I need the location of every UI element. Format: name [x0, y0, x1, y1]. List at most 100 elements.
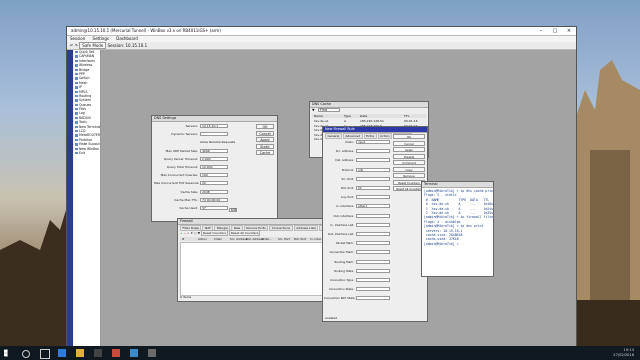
dns-field[interactable]: 10.15.10.1 [200, 124, 228, 128]
rule-field[interactable] [356, 278, 390, 282]
rule-label: Routing Mark: [334, 259, 354, 264]
dns-field[interactable]: 100 [200, 173, 228, 178]
file-explorer-icon[interactable] [76, 349, 84, 357]
reset-all-counters-button[interactable]: Reset All Counters [228, 230, 261, 236]
dns-field[interactable] [200, 132, 228, 137]
dns-field[interactable]: 2048 [200, 189, 228, 194]
firewall-column[interactable]: Chain [214, 237, 222, 241]
rule-field[interactable] [356, 268, 390, 273]
rule-label: Protocol: [341, 167, 354, 172]
maximize-button[interactable]: □ [548, 27, 562, 35]
system-clock[interactable]: 19:13 27/02/2018 [613, 348, 634, 358]
filter-icon[interactable]: ▼ [198, 231, 200, 235]
rule-button-5[interactable]: Copy [393, 166, 425, 172]
close-button[interactable]: × [562, 27, 576, 35]
edge-icon[interactable] [58, 349, 66, 357]
rule-button-1[interactable]: Cancel [393, 140, 425, 146]
firewall-column[interactable]: Dst. Address [246, 237, 264, 241]
rule-field[interactable] [356, 241, 390, 246]
firewall-column[interactable]: # [182, 237, 184, 241]
firewall-tab[interactable]: Address Lists [293, 225, 319, 231]
dns-label: Max UDP Packet Size: [165, 148, 198, 153]
dns-cache-button[interactable]: Cache [256, 150, 274, 155]
dns-field[interactable]: 20 [200, 181, 228, 186]
rule-field[interactable] [356, 158, 390, 163]
task-view-icon[interactable] [40, 349, 50, 359]
rule-field[interactable] [356, 259, 390, 264]
rule-field[interactable]: input [356, 140, 390, 144]
dns-field[interactable]: 2.000 [200, 156, 228, 161]
rule-label: Dst. Port: [341, 186, 354, 190]
rule-tab[interactable]: Advanced [342, 133, 363, 139]
firewall-column[interactable]: Dst. Port [294, 237, 306, 241]
rule-label: Out. Interface: [333, 213, 354, 218]
allow-remote-checkbox[interactable]: Allow Remote Requests [200, 140, 235, 144]
rule-field[interactable] [356, 176, 390, 181]
rule-button-2[interactable]: Apply [393, 147, 425, 152]
dns-apply-button[interactable]: Apply [256, 137, 274, 142]
minimize-button[interactable]: – [534, 27, 548, 35]
dns-field[interactable]: 37 [200, 206, 228, 210]
menu-session[interactable]: Session [70, 36, 85, 41]
rule-tab[interactable]: General [325, 133, 342, 139]
rule-button-3[interactable]: Disable [393, 153, 425, 159]
terminal-window[interactable]: Terminal [admin@MikroTik] > ip dns cache… [421, 181, 494, 277]
dns-label: Cache Used: [179, 206, 198, 210]
rule-field[interactable] [356, 232, 390, 236]
terminal-taskbar-icon[interactable] [148, 349, 156, 357]
rule-field[interactable] [356, 222, 390, 227]
search-icon[interactable] [22, 350, 30, 358]
remove-icon[interactable]: − [183, 231, 186, 235]
rule-field[interactable] [356, 213, 390, 218]
rule-field[interactable] [356, 195, 390, 200]
col-name[interactable]: Name [314, 114, 323, 118]
firewall-column[interactable]: Action [198, 237, 207, 241]
comment-icon[interactable]: ▢ [194, 231, 197, 235]
dns-ok-button[interactable]: OK [256, 124, 274, 129]
dns-field[interactable]: 10.000 [200, 165, 228, 169]
dns-static-button[interactable]: Static [256, 143, 274, 149]
dns-field[interactable]: 7d 00:00:00 [200, 197, 228, 202]
col-type[interactable]: Type [344, 114, 351, 118]
winbox-window: admin@10.15.10.1 (Mercurial Tunnel) - Wi… [66, 26, 577, 348]
col-ttl[interactable]: TTL [404, 114, 409, 118]
rule-field[interactable]: 53 [356, 186, 390, 190]
cache-find-field[interactable]: Find [318, 108, 340, 112]
rule-button-0[interactable]: OK [393, 134, 425, 139]
dns-label: Query Server Timeout: [163, 156, 198, 161]
firewall-tab[interactable]: Connections [269, 225, 293, 231]
nav-item[interactable]: Exit [74, 151, 100, 155]
taskbar: 19:13 27/02/2018 [0, 346, 640, 360]
rule-tab[interactable]: Action [377, 133, 392, 139]
rule-field[interactable] [356, 250, 390, 255]
store-icon[interactable] [94, 349, 102, 357]
disable-icon[interactable]: ✗ [190, 231, 193, 235]
rule-field[interactable] [356, 296, 390, 301]
windows-start-icon[interactable] [4, 349, 8, 357]
winbox-taskbar-icon[interactable] [112, 349, 120, 357]
dns-cancel-button[interactable]: Cancel [256, 130, 274, 136]
terminal-line: [admin@MikroTik] > ip dns print [424, 224, 484, 229]
firewall-column[interactable]: Src. Address [230, 237, 247, 241]
firewall-column[interactable]: Proto... [262, 237, 272, 241]
redo-icon[interactable]: ↷ [75, 43, 78, 48]
dns-field[interactable]: 4096 [200, 148, 228, 153]
rule-field[interactable]: udp [356, 167, 390, 172]
menu-settings[interactable]: Settings [93, 36, 109, 41]
filter-icon[interactable]: ▼ [312, 108, 315, 112]
menu-dashboard[interactable]: Dashboard [116, 36, 138, 41]
rule-button-6[interactable]: Remove [393, 173, 425, 178]
dns-settings-window: DNS Settings Servers: 10.15.10.1 Dynamic S… [151, 115, 278, 222]
col-data[interactable]: Data [360, 114, 367, 118]
rule-tab[interactable]: Extra [363, 133, 377, 139]
firewall-column[interactable]: Src. Port [278, 237, 290, 241]
rule-field[interactable] [356, 149, 390, 154]
rule-field[interactable]: ether1 [356, 204, 390, 209]
reset-counters-button[interactable]: Reset Counters [201, 230, 228, 236]
undo-icon[interactable]: ↶ [70, 43, 73, 48]
safe-mode-button[interactable]: Safe Mode [79, 42, 107, 49]
app-taskbar-icon[interactable] [130, 349, 138, 357]
rule-field[interactable] [356, 287, 390, 292]
rule-button-4[interactable]: Comment [393, 160, 425, 165]
cache-row[interactable]: hsv.de.uk A 185.220.128.51 00:01:16 [312, 119, 426, 123]
